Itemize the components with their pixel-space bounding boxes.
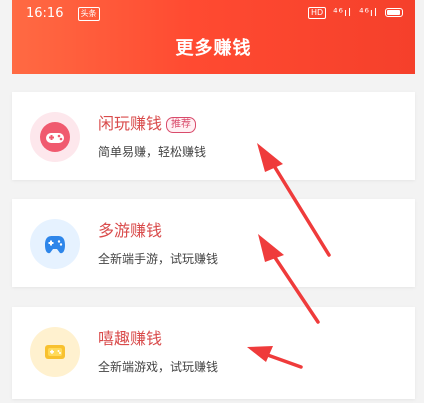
earn-item-duoyou[interactable]: 多游赚钱 全新端手游，试玩赚钱 bbox=[12, 199, 415, 287]
item-subtitle: 全新端游戏，试玩赚钱 bbox=[98, 360, 219, 374]
gamepad-icon bbox=[30, 219, 80, 269]
battery-icon bbox=[385, 8, 403, 17]
signal-icon-2: ⁴⁶ıl bbox=[359, 6, 378, 19]
notification-badge: 头条 bbox=[77, 7, 100, 21]
item-subtitle: 简单易赚，轻松赚钱 bbox=[98, 145, 207, 159]
recommend-tag: 推荐 bbox=[166, 117, 197, 133]
item-title: 闲玩赚钱 推荐 bbox=[98, 114, 197, 134]
item-title: 嘻趣赚钱 bbox=[98, 329, 163, 348]
gamepad-icon bbox=[30, 112, 80, 162]
status-bar-right: HD ⁴⁶ıl ⁴⁶ıl bbox=[307, 6, 403, 19]
item-title-text: 闲玩赚钱 bbox=[98, 114, 163, 133]
item-subtitle: 全新端手游，试玩赚钱 bbox=[98, 252, 219, 266]
page-title: 更多赚钱 bbox=[175, 38, 252, 59]
signal-icon-1: ⁴⁶ıl bbox=[333, 6, 353, 19]
hd-icon: HD bbox=[307, 6, 327, 19]
more-earn-page: 16:16 头条 HD ⁴⁶ıl ⁴⁶ıl 更多赚钱 闲玩赚钱 推荐 简单易赚，… bbox=[0, 0, 424, 403]
status-time: 16:16 bbox=[26, 6, 64, 21]
item-title: 多游赚钱 bbox=[98, 221, 163, 240]
earn-item-xianwan[interactable]: 闲玩赚钱 推荐 简单易赚，轻松赚钱 bbox=[12, 92, 415, 180]
app-header: 16:16 头条 HD ⁴⁶ıl ⁴⁶ıl 更多赚钱 bbox=[12, 0, 415, 74]
status-bar-left: 16:16 头条 bbox=[26, 6, 100, 22]
earn-item-xiqu[interactable]: 嘻趣赚钱 全新端游戏，试玩赚钱 bbox=[12, 307, 415, 399]
gamepad-icon bbox=[30, 327, 80, 377]
